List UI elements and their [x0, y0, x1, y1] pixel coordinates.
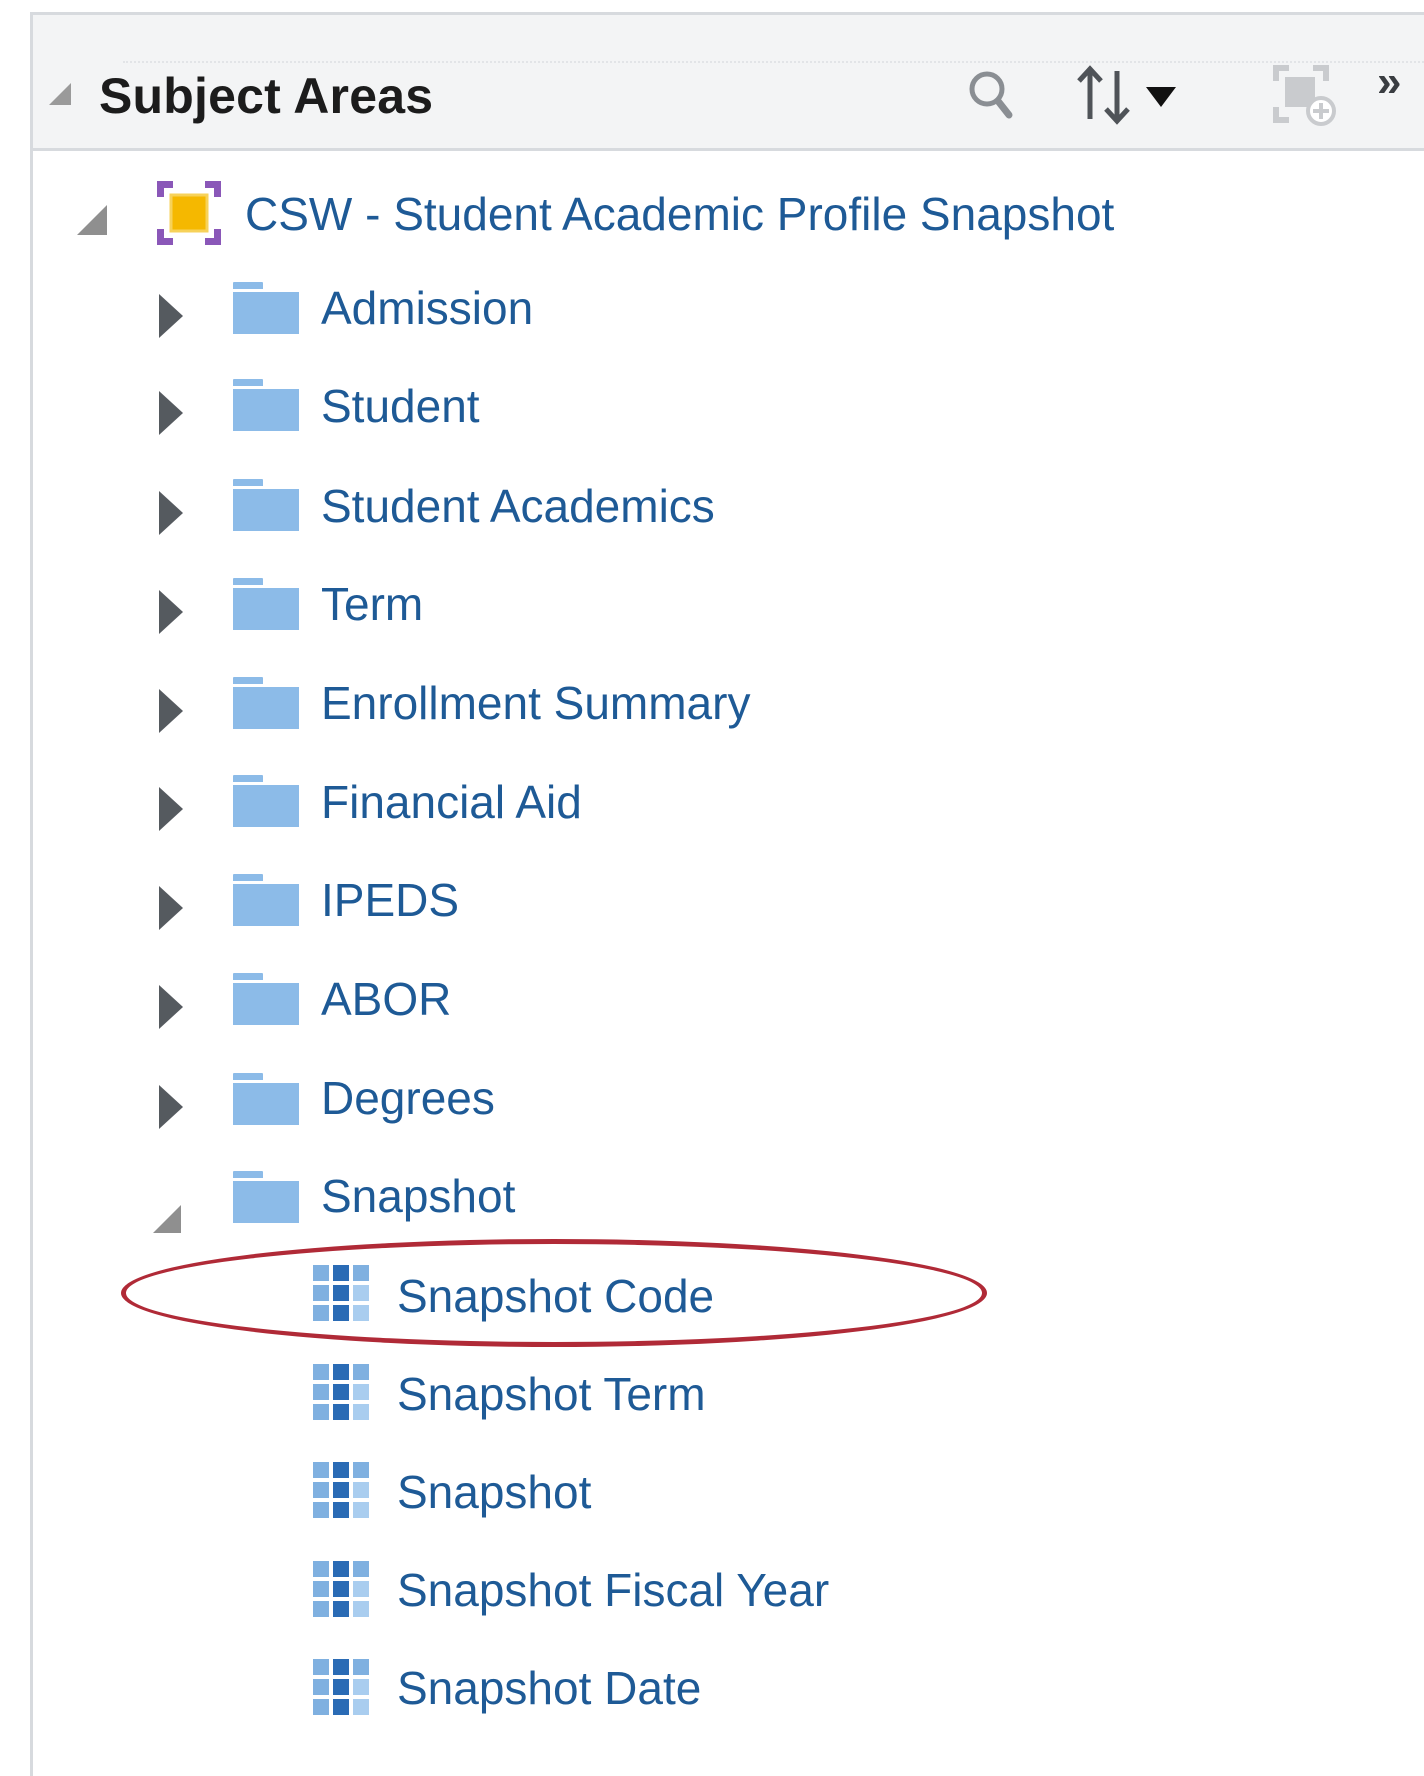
- column-grid-icon: [313, 1364, 371, 1422]
- column-label[interactable]: Snapshot Code: [397, 1269, 714, 1323]
- column-grid-icon: [313, 1561, 371, 1619]
- dropdown-arrow-icon[interactable]: [1143, 83, 1179, 111]
- folder-label[interactable]: Degrees: [321, 1071, 495, 1125]
- folder-icon: [233, 677, 299, 729]
- collapse-arrow-icon[interactable]: [153, 1205, 181, 1233]
- column-label[interactable]: Snapshot Term: [397, 1367, 706, 1421]
- folder-icon: [233, 775, 299, 827]
- root-expand-toggle[interactable]: [77, 205, 107, 235]
- folder-label[interactable]: ABOR: [321, 972, 451, 1026]
- column-grid-icon: [313, 1659, 371, 1717]
- folder-label[interactable]: Term: [321, 577, 423, 631]
- header-divider: [123, 61, 1424, 63]
- expand-arrow-icon[interactable]: [159, 689, 183, 733]
- more-chevron-icon[interactable]: »: [1377, 57, 1401, 107]
- column-grid-icon: [313, 1462, 371, 1520]
- panel-header: Subject Areas »: [33, 15, 1424, 151]
- expand-arrow-icon[interactable]: [159, 491, 183, 535]
- subject-areas-panel: Subject Areas » CSW - Student Academic P…: [30, 12, 1424, 1776]
- folder-icon: [233, 1171, 299, 1223]
- subject-area-icon: [155, 179, 223, 247]
- column-label[interactable]: Snapshot: [397, 1465, 591, 1519]
- column-label[interactable]: Snapshot Date: [397, 1661, 701, 1715]
- folder-icon: [233, 1073, 299, 1125]
- folder-icon: [233, 479, 299, 531]
- folder-icon: [233, 578, 299, 630]
- expand-arrow-icon[interactable]: [159, 985, 183, 1029]
- expand-arrow-icon[interactable]: [159, 1085, 183, 1129]
- collapse-panel-icon[interactable]: [49, 83, 71, 105]
- folder-label[interactable]: Snapshot: [321, 1169, 515, 1223]
- column-grid-icon: [313, 1265, 371, 1323]
- expand-arrow-icon[interactable]: [159, 787, 183, 831]
- column-label[interactable]: Snapshot Fiscal Year: [397, 1563, 829, 1617]
- expand-arrow-icon[interactable]: [159, 886, 183, 930]
- folder-label[interactable]: Financial Aid: [321, 775, 582, 829]
- folder-label[interactable]: IPEDS: [321, 873, 459, 927]
- tree-root-label[interactable]: CSW - Student Academic Profile Snapshot: [245, 187, 1114, 241]
- folder-label[interactable]: Admission: [321, 281, 533, 335]
- folder-icon: [233, 282, 299, 334]
- folder-icon: [233, 973, 299, 1025]
- panel-title: Subject Areas: [99, 68, 434, 124]
- expand-arrow-icon[interactable]: [159, 590, 183, 634]
- sort-icon[interactable]: [1073, 63, 1137, 127]
- expand-arrow-icon[interactable]: [159, 391, 183, 435]
- search-icon[interactable]: [965, 65, 1021, 125]
- folder-icon: [233, 379, 299, 431]
- expand-arrow-icon[interactable]: [159, 294, 183, 338]
- add-subject-area-icon[interactable]: [1269, 59, 1341, 131]
- folder-label[interactable]: Student: [321, 379, 480, 433]
- folder-icon: [233, 874, 299, 926]
- folder-label[interactable]: Student Academics: [321, 479, 715, 533]
- folder-label[interactable]: Enrollment Summary: [321, 676, 750, 730]
